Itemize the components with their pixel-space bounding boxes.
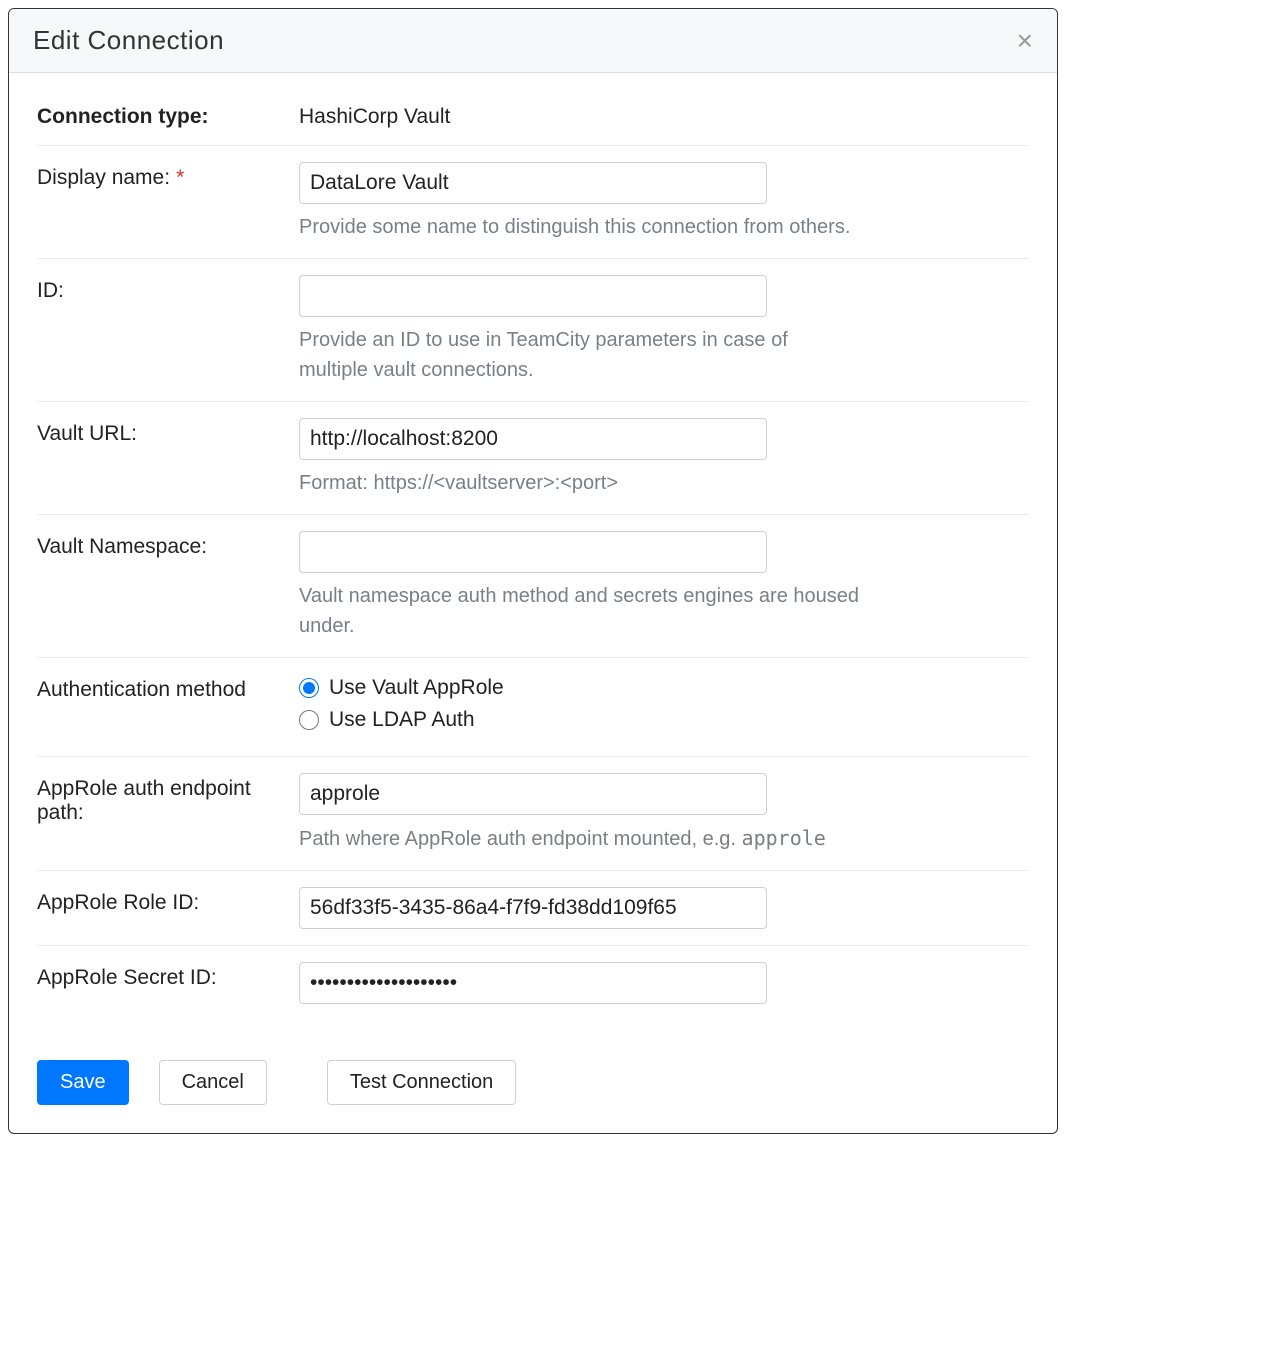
label-vault-url: Vault URL: [37,418,299,446]
label-connection-type: Connection type: [37,101,299,129]
row-approle-secret-id: AppRole Secret ID: [37,946,1029,1020]
required-indicator: * [176,166,184,189]
label-display-name: Display name:* [37,162,299,190]
save-button[interactable]: Save [37,1060,129,1105]
auth-method-radio-group: Use Vault AppRole Use LDAP Auth [299,674,1029,732]
id-input[interactable] [299,275,767,317]
cancel-button[interactable]: Cancel [159,1060,267,1105]
vault-namespace-input[interactable] [299,531,767,573]
label-auth-method: Authentication method [37,674,299,702]
edit-connection-dialog: Edit Connection × Connection type: Hashi… [8,8,1058,1134]
label-approle-role-id: AppRole Role ID: [37,887,299,915]
help-vault-namespace: Vault namespace auth method and secrets … [299,581,859,641]
row-vault-namespace: Vault Namespace: Vault namespace auth me… [37,515,1029,658]
row-vault-url: Vault URL: Format: https://<vaultserver>… [37,402,1029,515]
display-name-input[interactable] [299,162,767,204]
dialog-footer: Save Cancel Test Connection [9,1040,1057,1133]
test-connection-button[interactable]: Test Connection [327,1060,516,1105]
label-approle-secret-id: AppRole Secret ID: [37,962,299,990]
row-auth-method: Authentication method Use Vault AppRole … [37,658,1029,757]
radio-input-ldap[interactable] [299,710,319,730]
value-connection-type: HashiCorp Vault [299,101,1029,129]
vault-url-input[interactable] [299,418,767,460]
row-approle-endpoint: AppRole auth endpoint path: Path where A… [37,757,1029,871]
radio-vault-approle[interactable]: Use Vault AppRole [299,676,1029,700]
help-approle-endpoint: Path where AppRole auth endpoint mounted… [299,823,859,854]
help-display-name: Provide some name to distinguish this co… [299,212,859,242]
dialog-header: Edit Connection × [9,9,1057,73]
label-vault-namespace: Vault Namespace: [37,531,299,559]
dialog-body: Connection type: HashiCorp Vault Display… [9,73,1057,1040]
label-approle-endpoint: AppRole auth endpoint path: [37,773,299,825]
row-connection-type: Connection type: HashiCorp Vault [37,101,1029,146]
radio-ldap-auth[interactable]: Use LDAP Auth [299,708,1029,732]
radio-label-approle: Use Vault AppRole [329,676,504,700]
row-approle-role-id: AppRole Role ID: [37,871,1029,946]
row-id: ID: Provide an ID to use in TeamCity par… [37,259,1029,402]
help-vault-url: Format: https://<vaultserver>:<port> [299,468,859,498]
radio-label-ldap: Use LDAP Auth [329,708,475,732]
help-id: Provide an ID to use in TeamCity paramet… [299,325,859,385]
row-display-name: Display name:* Provide some name to dist… [37,146,1029,259]
dialog-title: Edit Connection [33,25,224,56]
approle-role-id-input[interactable] [299,887,767,929]
approle-secret-id-input[interactable] [299,962,767,1004]
label-id: ID: [37,275,299,303]
approle-endpoint-input[interactable] [299,773,767,815]
close-icon[interactable]: × [1017,27,1033,55]
radio-input-approle[interactable] [299,678,319,698]
